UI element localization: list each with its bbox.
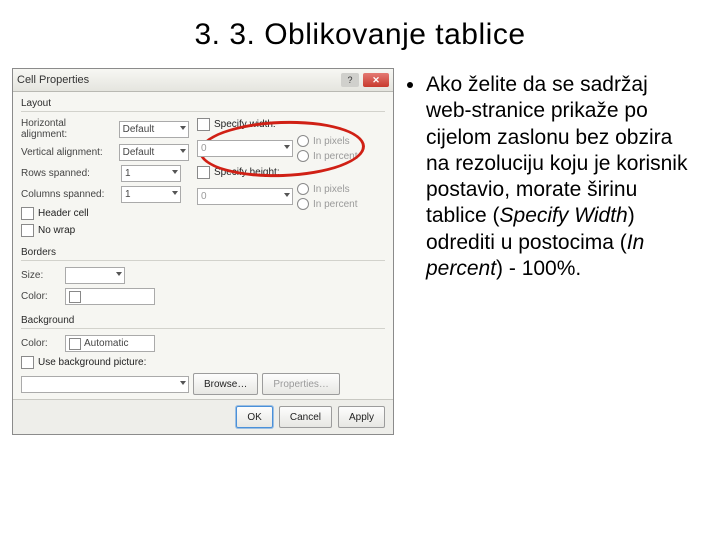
rows-label: Rows spanned: [21, 168, 117, 179]
valign-label: Vertical alignment: [21, 147, 115, 158]
cell-properties-dialog: Cell Properties ? ✕ Layout Horizontal al… [12, 68, 394, 435]
spec-height-label: Specify height: [214, 167, 280, 178]
border-size-spin[interactable] [65, 267, 125, 284]
nowrap-checkbox[interactable] [21, 224, 34, 237]
close-icon: ✕ [372, 75, 380, 86]
bg-color-label: Color: [21, 338, 61, 349]
height-percent-label: In percent [313, 199, 357, 210]
apply-button[interactable]: Apply [338, 406, 385, 428]
background-section-label: Background [13, 309, 393, 328]
rows-spin[interactable]: 1 [121, 165, 181, 182]
height-pixels-label: In pixels [313, 184, 350, 195]
body-text: Ako želite da se sadržaj web-stranice pr… [404, 68, 694, 435]
header-label: Header cell [38, 208, 89, 219]
width-spin[interactable]: 0 [197, 140, 293, 157]
properties-button[interactable]: Properties… [262, 373, 340, 395]
size-label: Size: [21, 270, 61, 281]
dialog-title: Cell Properties [17, 74, 337, 86]
border-color-pick[interactable] [65, 288, 155, 305]
header-checkbox[interactable] [21, 207, 34, 220]
color-swatch-icon [69, 338, 81, 350]
border-color-label: Color: [21, 291, 61, 302]
halign-label: Horizontal alignment: [21, 118, 115, 140]
ok-button[interactable]: OK [236, 406, 272, 428]
help-button[interactable]: ? [341, 73, 359, 87]
browse-button[interactable]: Browse… [193, 373, 258, 395]
dialog-button-bar: OK Cancel Apply [13, 399, 393, 434]
height-pixels-radio[interactable] [297, 183, 309, 195]
bg-color-pick[interactable]: Automatic [65, 335, 155, 352]
halign-combo[interactable]: Default [119, 121, 189, 138]
cols-label: Columns spanned: [21, 189, 117, 200]
height-spin[interactable]: 0 [197, 188, 293, 205]
color-swatch-icon [69, 291, 81, 303]
width-pixels-radio[interactable] [297, 135, 309, 147]
layout-section-label: Layout [13, 92, 393, 111]
nowrap-label: No wrap [38, 225, 75, 236]
close-button[interactable]: ✕ [363, 73, 389, 87]
body-bullet: Ako želite da se sadržaj web-stranice pr… [426, 72, 694, 282]
width-percent-radio[interactable] [297, 150, 309, 162]
spec-height-checkbox[interactable] [197, 166, 210, 179]
valign-combo[interactable]: Default [119, 144, 189, 161]
spec-width-checkbox[interactable] [197, 118, 210, 131]
cancel-button[interactable]: Cancel [279, 406, 332, 428]
spec-width-label: Specify width: [214, 119, 276, 130]
height-percent-radio[interactable] [297, 198, 309, 210]
width-percent-label: In percent [313, 151, 357, 162]
cols-spin[interactable]: 1 [121, 186, 181, 203]
dialog-titlebar: Cell Properties ? ✕ [13, 69, 393, 92]
width-pixels-label: In pixels [313, 136, 350, 147]
bg-color-value: Automatic [84, 338, 128, 349]
slide-title: 3. 3. Oblikovanje tablice [0, 18, 720, 52]
borders-section-label: Borders [13, 241, 393, 260]
usebg-label: Use background picture: [38, 357, 146, 368]
usebg-checkbox[interactable] [21, 356, 34, 369]
bg-path-input[interactable] [21, 376, 189, 393]
